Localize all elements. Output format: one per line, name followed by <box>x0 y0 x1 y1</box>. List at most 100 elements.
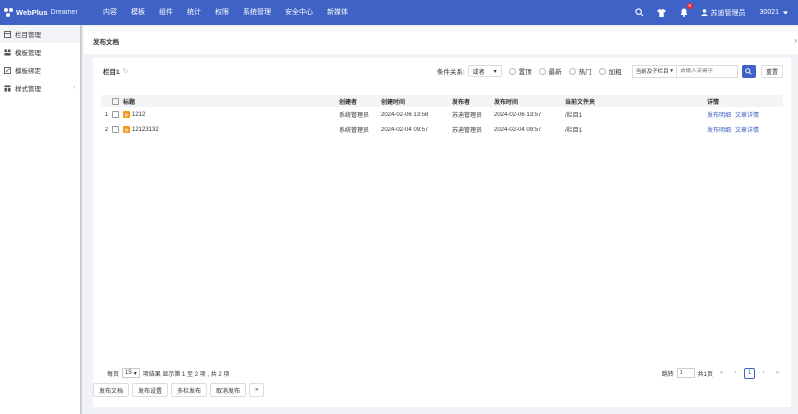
col-create-time[interactable]: 创建时间 <box>381 97 452 106</box>
radio-circle <box>508 67 516 75</box>
filter-toolbar: 栏目1 ↻ 条件关系: 或者 ▾ 置顶 最新 热门 加粗 当前及子栏目 ▾ 请输… <box>93 58 791 84</box>
document-icon: ▤ <box>123 126 130 133</box>
current-column: 栏目1 <box>103 69 120 76</box>
per-page-select[interactable]: 15 ▾ <box>122 368 140 378</box>
sidebar: 栏目管理 模板管理 模板绑定 样式管理 › <box>0 25 82 414</box>
col-publish-time[interactable]: 发布时间 <box>494 97 565 106</box>
first-page-icon[interactable]: « <box>716 368 727 379</box>
radio-circle <box>598 67 606 75</box>
jump-input[interactable]: 1 <box>676 368 695 378</box>
nav-item-stats[interactable]: 统计 <box>180 0 208 25</box>
search-scope-value: 当前及子栏目 <box>635 69 669 75</box>
row-checkbox[interactable] <box>112 126 123 133</box>
condition-value: 或者 <box>472 69 485 76</box>
nav-item-template[interactable]: 模板 <box>124 0 152 25</box>
sidebar-item-template-binding[interactable]: 模板绑定 <box>0 61 80 79</box>
logo-text: WebPlus <box>16 8 48 17</box>
col-publisher[interactable]: 发布者 <box>452 97 494 106</box>
table-row[interactable]: 2 ▤ 12123132 系统管理员 2024-02-04 09:57 苏迪管理… <box>101 122 783 137</box>
next-page-icon[interactable]: › <box>758 368 769 379</box>
top-bar: WebPlus Dreamer 内容 模板 组件 统计 权限 系统管理 安全中心… <box>0 0 798 25</box>
page-title-bar: 发布文档 › <box>84 27 798 54</box>
bell-icon[interactable]: 6 <box>673 3 695 17</box>
table-header: 标题 创建者 创建时间 发布者 发布时间 当前文件夹 详情 <box>101 95 783 107</box>
header-tools: 6 苏迪管理员 30021 <box>629 3 798 18</box>
search-button[interactable] <box>741 64 756 78</box>
site-selector[interactable]: 30021 <box>760 9 788 16</box>
reset-button[interactable]: 重置 <box>760 64 783 78</box>
radio-bold[interactable]: 加粗 <box>598 66 622 76</box>
sidebar-item-styles[interactable]: 样式管理 › <box>0 79 80 97</box>
logo[interactable]: WebPlus Dreamer <box>0 7 90 18</box>
refresh-icon[interactable]: ↻ <box>123 67 128 75</box>
logo-icon <box>4 7 14 18</box>
row-index: 2 <box>104 126 109 133</box>
main-content: 发布文档 › 栏目1 ↻ 条件关系: 或者 ▾ 置顶 最新 热门 加粗 当前及子… <box>84 25 798 414</box>
nav-item-security[interactable]: 安全中心 <box>278 0 320 25</box>
last-page-icon[interactable]: » <box>772 368 783 379</box>
multi-column-publish-button[interactable]: 多栏发布 <box>171 383 208 397</box>
document-table: 标题 创建者 创建时间 发布者 发布时间 当前文件夹 详情 1 ▤ 1212 系… <box>101 95 783 137</box>
doc-title[interactable]: 1212 <box>132 112 145 118</box>
publish-document-button[interactable]: 发布文档 <box>93 383 130 397</box>
nav-item-media[interactable]: 新媒体 <box>320 0 355 25</box>
chevron-down-icon: ▾ <box>493 68 497 75</box>
doc-create-time: 2024-02-04 09:57 <box>381 126 429 133</box>
doc-folder: /栏目1 <box>565 113 583 119</box>
prev-page-icon[interactable]: ‹ <box>730 368 741 379</box>
row-checkbox[interactable] <box>112 111 123 118</box>
site-id: 30021 <box>759 9 779 16</box>
article-detail-link[interactable]: 文章详情 <box>735 110 759 119</box>
template-icon <box>4 48 11 56</box>
chevron-down-icon: ▾ <box>133 370 137 377</box>
sidebar-item-columns[interactable]: 栏目管理 <box>0 25 80 43</box>
page-title: 发布文档 <box>93 38 119 46</box>
collapse-chevron-icon[interactable]: › <box>794 36 797 45</box>
filters: 条件关系: 或者 ▾ 置顶 最新 热门 加粗 当前及子栏目 ▾ 请输入关键字 重… <box>436 64 783 78</box>
search-group: 当前及子栏目 ▾ <box>631 64 738 78</box>
table-row[interactable]: 1 ▤ 1212 系统管理员 2024-02-06 13:58 苏迪管理员 20… <box>101 107 783 122</box>
shirt-icon[interactable] <box>651 8 673 17</box>
col-folder[interactable]: 当前文件夹 <box>565 97 707 106</box>
doc-create-time: 2024-02-06 13:58 <box>381 111 429 118</box>
col-creator[interactable]: 创建者 <box>339 97 381 106</box>
notification-badge: 6 <box>687 3 693 9</box>
user-menu[interactable]: 苏迪管理员 <box>700 8 746 18</box>
product-name: Dreamer <box>50 9 78 16</box>
doc-publisher: 苏迪管理员 <box>452 128 483 134</box>
radio-top[interactable]: 置顶 <box>508 66 532 76</box>
select-all-checkbox[interactable] <box>112 97 123 105</box>
nav-item-component[interactable]: 组件 <box>152 0 180 25</box>
doc-title[interactable]: 12123132 <box>132 127 159 133</box>
col-title[interactable]: 标题 <box>123 97 339 106</box>
doc-publisher: 苏迪管理员 <box>452 113 483 119</box>
radio-hot[interactable]: 热门 <box>568 66 592 76</box>
search-icon[interactable] <box>629 8 651 17</box>
more-actions-button[interactable]: » <box>249 383 265 397</box>
per-page-value: 15 <box>125 370 132 376</box>
radio-latest[interactable]: 最新 <box>538 66 562 76</box>
breadcrumb: 栏目1 ↻ <box>103 66 128 76</box>
article-detail-link[interactable]: 文章详情 <box>735 125 759 134</box>
nav-item-permission[interactable]: 权限 <box>208 0 236 25</box>
page-number-current[interactable]: 1 <box>744 367 755 379</box>
sidebar-item-templates[interactable]: 模板管理 <box>0 43 80 61</box>
condition-label: 条件关系: <box>436 69 465 76</box>
publish-settings-button[interactable]: 发布设置 <box>132 383 169 397</box>
search-input[interactable] <box>676 68 737 74</box>
main-nav: 内容 模板 组件 统计 权限 系统管理 安全中心 新媒体 <box>96 0 355 25</box>
sidebar-item-label: 样式管理 <box>15 86 41 93</box>
total-pages: 共1页 <box>697 371 713 378</box>
publish-detail-link[interactable]: 发布明细 <box>707 110 731 119</box>
nav-item-content[interactable]: 内容 <box>96 0 124 25</box>
publish-detail-link[interactable]: 发布明细 <box>707 125 731 134</box>
condition-select[interactable]: 或者 ▾ <box>467 65 502 77</box>
nav-item-system[interactable]: 系统管理 <box>236 0 278 25</box>
style-icon <box>4 84 11 92</box>
doc-folder: /栏目1 <box>565 128 583 134</box>
doc-creator: 系统管理员 <box>339 128 370 134</box>
user-name: 苏迪管理员 <box>710 9 746 17</box>
document-panel: 栏目1 ↻ 条件关系: 或者 ▾ 置顶 最新 热门 加粗 当前及子栏目 ▾ 请输… <box>93 58 791 407</box>
search-scope-select[interactable]: 当前及子栏目 ▾ <box>633 65 677 77</box>
cancel-publish-button[interactable]: 取消发布 <box>210 383 247 397</box>
